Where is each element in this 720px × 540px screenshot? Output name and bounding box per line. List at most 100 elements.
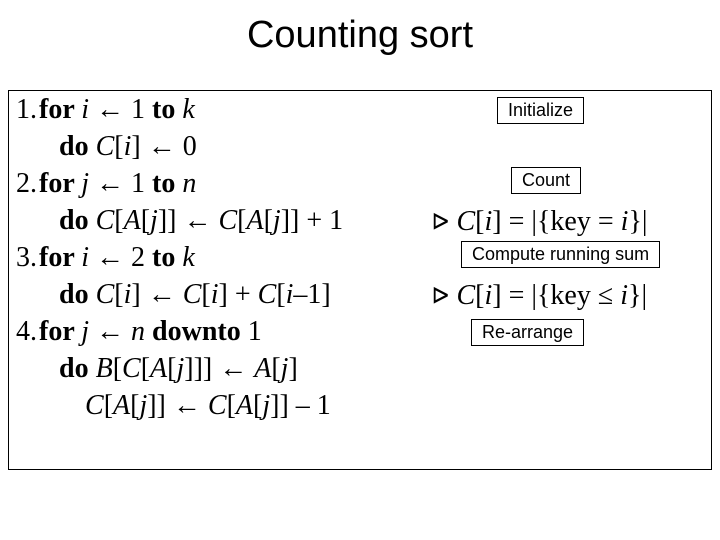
var: j bbox=[273, 205, 281, 236]
var: A bbox=[236, 390, 253, 421]
kw-to: to bbox=[152, 168, 182, 199]
var: A bbox=[254, 353, 271, 384]
var: C bbox=[456, 280, 475, 311]
kw-do: do bbox=[59, 205, 96, 236]
var: C bbox=[208, 390, 227, 421]
label-running-sum: Compute running sum bbox=[461, 241, 660, 268]
text: ] ← bbox=[131, 279, 182, 310]
var: j bbox=[150, 205, 158, 236]
kw-to: to bbox=[152, 94, 182, 125]
slide: Counting sort 1.for i ← 1 to k do C[i] ←… bbox=[0, 0, 720, 540]
text: ] + bbox=[219, 279, 258, 310]
var: C bbox=[122, 353, 141, 384]
text: ] ← 0 bbox=[131, 131, 196, 162]
text: [ bbox=[113, 353, 122, 384]
tag-text: Initialize bbox=[497, 97, 584, 124]
kw-do: do bbox=[59, 279, 96, 310]
line-number: 3. bbox=[11, 239, 37, 276]
var: j bbox=[262, 390, 270, 421]
code-line: do C[i] ← 0 bbox=[11, 128, 343, 165]
kw-for: for bbox=[39, 316, 81, 347]
text: [ bbox=[141, 353, 150, 384]
code-line: 2.for j ← 1 to n bbox=[11, 165, 343, 202]
kw-for: for bbox=[39, 242, 81, 273]
text: ] = |{key = bbox=[492, 206, 620, 237]
text: [ bbox=[253, 390, 262, 421]
text: [ bbox=[141, 205, 150, 236]
tag-text: Re-arrange bbox=[471, 319, 584, 346]
text: }| bbox=[628, 280, 647, 311]
text: ← 1 bbox=[89, 94, 152, 125]
code-line: 1.for i ← 1 to k bbox=[11, 91, 343, 128]
var: B bbox=[96, 353, 113, 384]
label-initialize: Initialize bbox=[497, 97, 584, 124]
kw-to: to bbox=[152, 242, 182, 273]
text: 1 bbox=[248, 316, 262, 347]
var: A bbox=[246, 205, 263, 236]
text: ← 1 bbox=[89, 168, 152, 199]
label-rearrange: Re-arrange bbox=[471, 319, 584, 346]
text: ]] ← bbox=[158, 205, 219, 236]
text: ]] + 1 bbox=[281, 205, 343, 236]
slide-title: Counting sort bbox=[0, 0, 720, 65]
var: k bbox=[182, 242, 194, 273]
triangle-icon: ⊳ bbox=[431, 278, 450, 312]
text: [ bbox=[104, 390, 113, 421]
var: n bbox=[182, 168, 196, 199]
var: C bbox=[96, 279, 115, 310]
kw-do: do bbox=[59, 131, 96, 162]
pseudocode: 1.for i ← 1 to k do C[i] ← 0 2.for j ← 1… bbox=[11, 91, 343, 424]
text: [ bbox=[276, 279, 285, 310]
var: j bbox=[81, 168, 89, 199]
text: [ bbox=[201, 279, 210, 310]
code-line: do C[i] ← C[i] + C[i–1] bbox=[11, 276, 343, 313]
text: [ bbox=[271, 353, 280, 384]
text: ← bbox=[89, 316, 131, 347]
line-number: 4. bbox=[11, 313, 37, 350]
kw-downto: downto bbox=[145, 316, 248, 347]
var: i bbox=[81, 94, 89, 125]
text: [ bbox=[114, 131, 123, 162]
text: –1] bbox=[293, 279, 330, 310]
note-count: ⊳ C[i] = |{key = i}| bbox=[429, 204, 647, 238]
var: j bbox=[81, 316, 89, 347]
var: n bbox=[131, 316, 145, 347]
code-line: do C[A[j]] ← C[A[j]] + 1 bbox=[11, 202, 343, 239]
text: ] bbox=[288, 353, 297, 384]
code-line: C[A[j]] ← C[A[j]] – 1 bbox=[11, 387, 343, 424]
text: ]]] ← bbox=[184, 353, 254, 384]
text: ← 2 bbox=[89, 242, 152, 273]
line-number: 1. bbox=[11, 91, 37, 128]
text: [ bbox=[227, 390, 236, 421]
var: C bbox=[96, 131, 115, 162]
label-count: Count bbox=[511, 167, 581, 194]
code-line: 4.for j ← n downto 1 bbox=[11, 313, 343, 350]
var: k bbox=[182, 94, 194, 125]
tag-text: Compute running sum bbox=[461, 241, 660, 268]
var: C bbox=[85, 390, 104, 421]
var: C bbox=[183, 279, 202, 310]
var: A bbox=[150, 353, 167, 384]
kw-do: do bbox=[59, 353, 96, 384]
kw-for: for bbox=[39, 94, 81, 125]
var: C bbox=[258, 279, 277, 310]
var: C bbox=[218, 205, 237, 236]
text: ] = |{key ≤ bbox=[492, 280, 620, 311]
text: [ bbox=[114, 205, 123, 236]
note-running-sum: ⊳ C[i] = |{key ≤ i}| bbox=[429, 278, 647, 312]
code-line: do B[C[A[j]]] ← A[j] bbox=[11, 350, 343, 387]
var: i bbox=[620, 280, 628, 311]
var: C bbox=[96, 205, 115, 236]
text: ]] ← bbox=[147, 390, 208, 421]
var: C bbox=[456, 206, 475, 237]
line-number: 2. bbox=[11, 165, 37, 202]
var: A bbox=[113, 390, 130, 421]
text: [ bbox=[114, 279, 123, 310]
var: i bbox=[81, 242, 89, 273]
kw-for: for bbox=[39, 168, 81, 199]
triangle-icon: ⊳ bbox=[431, 204, 450, 238]
var: A bbox=[124, 205, 141, 236]
text: ]] – 1 bbox=[270, 390, 331, 421]
tag-text: Count bbox=[511, 167, 581, 194]
text: [ bbox=[264, 205, 273, 236]
